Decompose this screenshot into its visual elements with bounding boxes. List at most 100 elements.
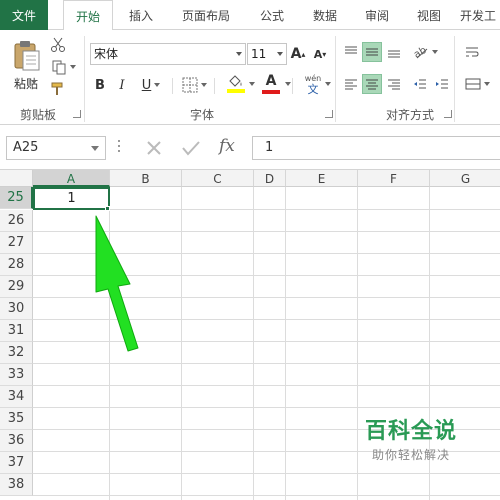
column-header-f[interactable]: F [358,170,430,187]
chevron-down-icon [91,146,99,151]
cut-button[interactable] [48,36,68,54]
phonetic-top: wén [304,74,322,83]
gridline [181,187,182,500]
chevron-down-icon [154,83,161,87]
align-left-button[interactable] [341,74,361,94]
chevron-down-icon [431,50,438,54]
increase-font-button[interactable]: A ▴ [290,43,306,65]
font-size-select[interactable]: 11 [247,43,287,65]
chevron-down-icon [277,52,283,56]
group-divider [335,36,336,122]
active-cell-a25[interactable]: 1 [33,187,110,210]
phonetic-icon: 文 [307,83,319,96]
paste-button[interactable]: 粘贴 [8,36,44,94]
orientation-button[interactable]: ab [410,42,440,62]
tab-view[interactable]: 视图 [407,0,451,30]
chevron-down-icon[interactable] [325,82,331,86]
clipboard-launcher-icon[interactable] [73,110,81,118]
row-header-30[interactable]: 30 [0,298,33,320]
row-header-26[interactable]: 26 [0,210,33,232]
align-top-button[interactable] [341,42,361,62]
fill-color-button[interactable] [220,72,252,96]
italic-button[interactable]: I [114,74,130,96]
align-top-icon [345,46,357,54]
gridline [253,187,254,500]
column-header-b[interactable]: B [110,170,182,187]
borders-icon [182,77,197,93]
name-box[interactable]: A25 [6,136,106,160]
align-center-button[interactable] [362,74,382,94]
tab-review[interactable]: 审阅 [355,0,399,30]
row-header-29[interactable]: 29 [0,276,33,298]
grow-font-icon: A [290,46,302,62]
font-color-button[interactable]: A [256,72,286,96]
increase-indent-button[interactable] [432,74,452,94]
row-header-28[interactable]: 28 [0,254,33,276]
watermark-title: 百科全说 [364,419,457,444]
alignment-group-label: 对齐方式 [385,108,434,122]
tab-developer[interactable]: 开发工 [456,0,500,30]
name-box-value: A25 [13,140,39,155]
enter-check-icon[interactable] [181,139,201,157]
chevron-down-icon [483,82,490,86]
decrease-indent-button[interactable] [410,74,430,94]
formula-input[interactable]: 1 [252,136,500,160]
phonetic-guide-button[interactable]: wén 文 [298,72,328,98]
column-header-g[interactable]: G [430,170,500,187]
row-header-31[interactable]: 31 [0,320,33,342]
row-header-34[interactable]: 34 [0,386,33,408]
column-header-a[interactable]: A [33,170,110,187]
cancel-icon[interactable] [145,139,163,157]
row-header-32[interactable]: 32 [0,342,33,364]
row-header-33[interactable]: 33 [0,364,33,386]
column-header-d[interactable]: D [254,170,286,187]
row-header-25[interactable]: 25 [0,187,33,209]
select-all-corner[interactable] [0,170,33,187]
alignment-launcher-icon[interactable] [444,110,452,118]
underline-icon: U [141,77,152,93]
paint-bucket-icon [229,75,242,87]
group-divider [84,36,85,122]
column-header-c[interactable]: C [182,170,254,187]
merge-center-button[interactable] [462,74,492,94]
underline-button[interactable]: U [136,74,166,96]
wrap-text-icon [466,47,479,57]
chevron-down-icon [200,83,207,87]
paste-dropdown-icon[interactable] [31,80,37,84]
font-family-value: 宋体 [94,47,119,61]
align-right-button[interactable] [384,74,404,94]
bold-button[interactable]: B [92,74,108,96]
insert-function-icon[interactable]: fx [219,136,235,156]
splitter-dots[interactable] [118,140,121,156]
decrease-font-button[interactable]: A ▾ [312,43,328,65]
row-header-27[interactable]: 27 [0,232,33,254]
align-bottom-button[interactable] [384,42,404,62]
row-header-35[interactable]: 35 [0,408,33,430]
column-header-e[interactable]: E [286,170,358,187]
align-center-icon [366,79,378,90]
tab-insert[interactable]: 插入 [118,0,164,30]
wrap-text-button[interactable] [462,42,482,62]
chevron-down-icon[interactable] [249,82,255,86]
align-left-icon [345,79,357,90]
format-painter-button[interactable] [48,80,68,98]
tab-formulas[interactable]: 公式 [250,0,294,30]
divider [214,78,215,94]
green-arrow-annotation [95,215,139,352]
tab-page-layout[interactable]: 页面布局 [174,0,238,30]
font-launcher-icon[interactable] [325,110,333,118]
fill-color-swatch [227,89,245,93]
divider [292,78,293,94]
copy-button[interactable] [48,58,78,76]
font-size-value: 11 [251,47,267,61]
row-header-38[interactable]: 38 [0,474,33,496]
font-family-select[interactable]: 宋体 [90,43,246,65]
tab-data[interactable]: 数据 [303,0,347,30]
chevron-down-icon[interactable] [285,82,291,86]
align-middle-button[interactable] [362,42,382,62]
borders-button[interactable] [178,74,210,96]
row-header-37[interactable]: 37 [0,452,33,474]
tab-home[interactable]: 开始 [63,0,113,31]
row-header-36[interactable]: 36 [0,430,33,452]
tab-file[interactable]: 文件 [0,0,48,30]
